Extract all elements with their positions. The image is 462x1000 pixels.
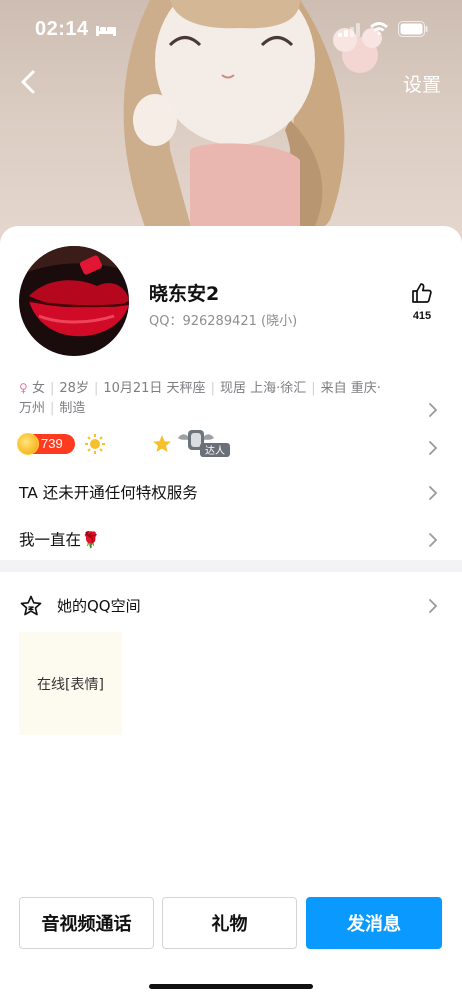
current-location: 现居 上海·徐汇 <box>219 381 307 396</box>
chevron-right-icon <box>429 599 438 613</box>
star-icon <box>153 435 171 452</box>
qq-number: QQ：926289421 (晓小) <box>149 314 298 329</box>
nickname: 晓东安2 <box>149 283 220 305</box>
send-message-button[interactable]: 发消息 <box>306 897 442 949</box>
privilege-text: TA 还未开通任何特权服务 <box>19 484 198 502</box>
qzone-row[interactable]: 她的QQ空间 <box>0 588 462 624</box>
qzone-title: 她的QQ空间 <box>57 597 141 615</box>
like-button[interactable]: 415 <box>404 282 440 326</box>
avatar-image <box>19 246 129 356</box>
gift-label: 礼物 <box>211 914 248 935</box>
profile-cover: 02:14 设置 <box>0 0 462 260</box>
profile-card: 晓东安2 QQ：926289421 (晓小) 415 ♀ 女 | 28岁 | 10月21日… <box>0 226 462 1000</box>
coin-badge: 739 <box>17 433 75 455</box>
battery-icon <box>398 21 428 37</box>
gender: 女 <box>32 381 46 396</box>
moon-icon <box>135 436 148 452</box>
avatar[interactable] <box>19 246 129 356</box>
coin-value: 739 <box>41 436 63 451</box>
gift-button[interactable]: 礼物 <box>162 897 297 949</box>
action-bar: 音视频通话 礼物 发消息 <box>19 897 442 949</box>
chevron-right-icon <box>429 486 438 500</box>
female-icon: ♀ <box>19 381 28 395</box>
video-call-button[interactable]: 音视频通话 <box>19 897 154 949</box>
talent-badge: 达人 <box>178 430 230 457</box>
chevron-right-icon <box>429 441 438 455</box>
chevron-right-icon <box>429 403 438 417</box>
status-bar: 02:14 <box>0 0 462 60</box>
hometown-city: 万州 <box>19 401 46 416</box>
moon-icon <box>113 436 126 452</box>
thumbs-up-icon <box>412 283 432 303</box>
bed-icon <box>96 26 116 36</box>
send-message-label: 发消息 <box>347 914 401 935</box>
qzone-post-text: 在线[表情] <box>37 676 104 693</box>
section-divider <box>0 560 462 572</box>
status-time: 02:14 <box>35 18 89 40</box>
level-icons <box>85 434 171 454</box>
profile-info-row[interactable]: ♀ 女 | 28岁 | 10月21日 天秤座 | 现居 上海·徐汇 | 来自 重庆· 万州 | 制造 <box>19 378 429 419</box>
signature-text: 我一直在🌹 <box>19 531 101 549</box>
talent-label: 达人 <box>205 445 225 457</box>
like-count: 415 <box>412 310 432 322</box>
wifi-icon <box>370 22 388 36</box>
privilege-row[interactable]: TA 还未开通任何特权服务 <box>0 471 462 515</box>
video-call-label: 音视频通话 <box>41 914 132 935</box>
signal-icon <box>338 23 360 37</box>
settings-button[interactable]: 设置 <box>403 70 441 97</box>
chevron-right-icon <box>429 533 438 547</box>
age: 28岁 <box>59 381 89 396</box>
occupation: 制造 <box>59 401 86 416</box>
qzone-star-icon <box>20 595 42 616</box>
home-indicator[interactable] <box>149 984 313 989</box>
coin-icon <box>17 433 39 455</box>
qzone-post-tile[interactable]: 在线[表情] <box>19 632 122 735</box>
badge-row[interactable]: 739 达人 <box>0 424 462 468</box>
signature-row[interactable]: 我一直在🌹 <box>0 518 462 562</box>
back-button[interactable] <box>14 66 44 98</box>
sun-icon <box>85 434 105 454</box>
hometown: 来自 重庆· <box>320 381 381 396</box>
birthday: 10月21日 天秤座 <box>103 381 206 396</box>
